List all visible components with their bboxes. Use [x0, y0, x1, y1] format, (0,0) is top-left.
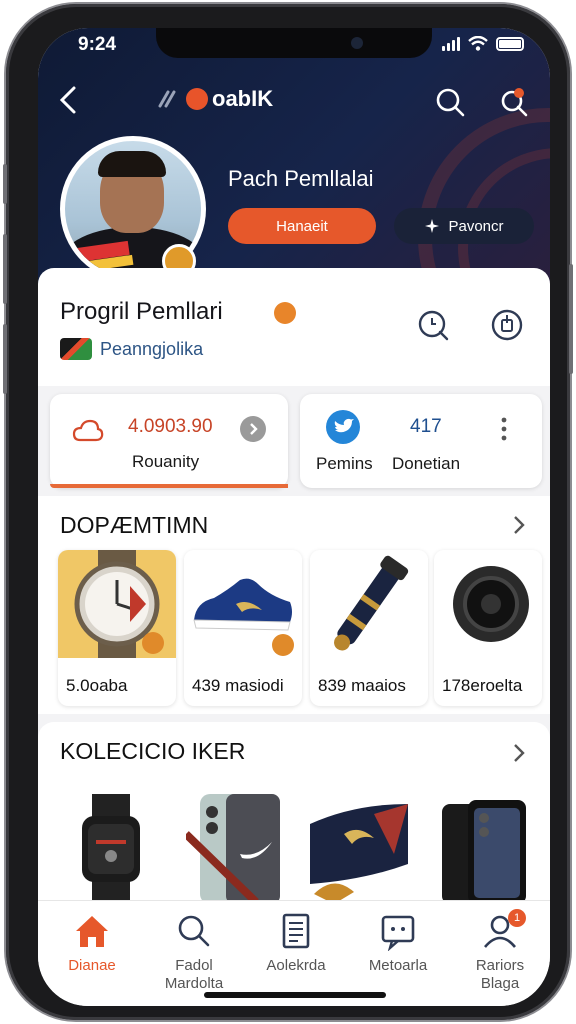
followers-stat-card[interactable]: 417 Pemins Donetian [300, 394, 542, 488]
smartphone-icon[interactable] [438, 794, 530, 904]
logo-mark-icon [158, 90, 176, 108]
secondary-action-label: Pavoncr [448, 217, 504, 235]
tab-label: Aolekrda [266, 957, 326, 974]
volume-down-button [3, 324, 7, 394]
back-button[interactable] [54, 82, 82, 118]
secondary-action-button[interactable]: Pavoncr [394, 208, 534, 244]
tab-home[interactable]: Dianae [44, 911, 140, 975]
phone-frame: 9:24 oabIK Pach Pemllalai Hanaeit Pavonc… [3, 4, 573, 1020]
scarf-icon[interactable] [304, 794, 416, 904]
notifications-search-icon[interactable] [498, 86, 530, 118]
play-icon[interactable] [274, 302, 296, 324]
share-icon[interactable] [490, 308, 524, 342]
volume-up-button [3, 234, 7, 304]
royalty-progress-bar [50, 484, 288, 488]
smartwatch-icon[interactable] [76, 794, 146, 904]
status-icons [442, 36, 524, 51]
tab-label: Fadol Mardolta [164, 957, 224, 992]
camera [351, 37, 363, 49]
tab-messages[interactable]: Metoarla [350, 911, 446, 975]
brand-name: oabIK [212, 86, 274, 111]
bird-icon [326, 410, 360, 444]
followers-label: Pemins [316, 454, 373, 473]
followers-value: 417 [410, 416, 442, 437]
product-card[interactable]: 839 maaios [310, 550, 428, 706]
profile-subtitle-text: Peanngjolika [100, 338, 204, 359]
logo-dot-icon [186, 88, 208, 110]
team-flag-icon [60, 338, 92, 360]
cloud-icon [72, 419, 104, 442]
signal-icon [442, 36, 460, 51]
notch [156, 28, 432, 58]
product-label: 839 maaios [318, 676, 406, 695]
product-card[interactable]: 178eroelta [434, 550, 542, 706]
history-search-icon[interactable] [416, 308, 450, 342]
badge-icon [272, 634, 294, 656]
section-title: KOLECICIO IKER [60, 738, 246, 764]
silent-switch [3, 164, 7, 204]
product-label: 178eroelta [442, 676, 523, 695]
document-icon [282, 913, 310, 949]
message-icon [381, 915, 415, 951]
tab-label: Rariors Blaga [475, 957, 525, 992]
flashlight-icon [310, 550, 428, 658]
tab-search[interactable]: Fadol Mardolta [146, 911, 242, 993]
donation-label: Donetian [392, 454, 461, 473]
badge-icon [142, 632, 164, 654]
search-icon [178, 915, 210, 947]
tab-collection[interactable]: Aolekrda [248, 911, 344, 975]
chevron-right-icon[interactable] [510, 742, 528, 764]
profile-title: Progril Pemllari [60, 298, 223, 325]
tab-bar: Dianae Fadol Mardolta Aolekrda Metoarla … [38, 900, 550, 1006]
app-logo: oabIK [156, 86, 273, 112]
home-icon [76, 916, 108, 947]
product-card[interactable]: 5.0oaba [58, 550, 176, 706]
more-icon[interactable] [500, 416, 508, 442]
product-label: 5.0oaba [66, 676, 128, 695]
status-time: 9:24 [78, 34, 117, 55]
power-button [569, 264, 573, 374]
chevron-right-icon[interactable] [510, 514, 528, 536]
sparkle-icon [425, 219, 440, 233]
wifi-icon [468, 36, 488, 51]
profile-card: Progril Pemllari Peanngjolika [38, 268, 550, 386]
arrow-right-icon[interactable] [240, 416, 266, 442]
product-card[interactable]: 439 masiodi [184, 550, 302, 706]
tab-label: Metoarla [368, 957, 428, 974]
section-title: DOPÆMTIMN [60, 512, 209, 538]
tab-profile[interactable]: 1 Rariors Blaga [452, 909, 548, 993]
royalty-value: 4.0903.90 [128, 416, 213, 437]
speaker-icon [439, 550, 542, 658]
notification-badge: 1 [508, 909, 526, 927]
profile-hero: 9:24 oabIK Pach Pemllalai Hanaeit Pavonc… [38, 28, 550, 290]
hero-name: Pach Pemllalai [228, 166, 374, 191]
search-icon[interactable] [434, 86, 466, 118]
home-indicator[interactable] [204, 992, 386, 998]
screen: 9:24 oabIK Pach Pemllalai Hanaeit Pavonc… [38, 28, 550, 1006]
royalty-label: Rouanity [132, 452, 200, 471]
royalty-stat-card[interactable]: 4.0903.90 Rouanity [50, 394, 288, 488]
product-label: 439 masiodi [192, 676, 284, 695]
profile-subtitle[interactable]: Peanngjolika [60, 338, 203, 360]
tab-label: Dianae [68, 957, 116, 974]
battery-icon [496, 36, 524, 51]
phone-case-icon[interactable] [186, 794, 286, 904]
primary-action-button[interactable]: Hanaeit [228, 208, 376, 244]
